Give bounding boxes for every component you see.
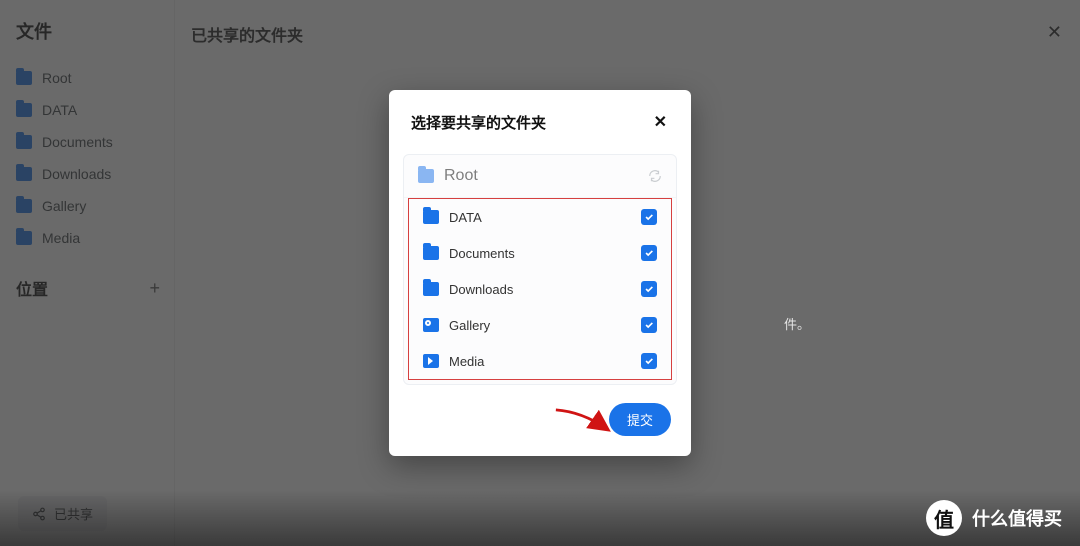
modal-title: 选择要共享的文件夹 [411, 112, 546, 133]
folder-icon [423, 246, 439, 260]
image-icon [423, 318, 439, 332]
folder-row-documents[interactable]: Documents [409, 235, 671, 271]
checkbox-checked[interactable] [641, 209, 657, 225]
checkbox-checked[interactable] [641, 317, 657, 333]
check-icon [644, 284, 654, 294]
refresh-icon [648, 169, 662, 183]
check-icon [644, 356, 654, 366]
folder-row-downloads[interactable]: Downloads [409, 271, 671, 307]
folder-panel: Root DATA Documents [403, 154, 677, 385]
folder-row-label: Gallery [449, 318, 490, 333]
checkbox-checked[interactable] [641, 245, 657, 261]
folder-row-gallery[interactable]: Gallery [409, 307, 671, 343]
folder-row-label: Downloads [449, 282, 513, 297]
checkbox-checked[interactable] [641, 281, 657, 297]
modal-footer: 提交 [389, 385, 691, 456]
folder-icon [423, 282, 439, 296]
media-icon [423, 354, 439, 368]
check-icon [644, 248, 654, 258]
folder-row-label: DATA [449, 210, 482, 225]
check-icon [644, 320, 654, 330]
check-icon [644, 212, 654, 222]
folder-icon [423, 210, 439, 224]
annotation-arrow-icon [553, 408, 611, 436]
background-hint-text: 件。 [784, 314, 810, 333]
folder-row-label: Root [444, 167, 478, 185]
folder-list-highlight: DATA Documents Downloads [408, 198, 672, 380]
folder-row-data[interactable]: DATA [409, 199, 671, 235]
folder-row-root: Root [404, 155, 676, 198]
folder-row-label: Documents [449, 246, 515, 261]
modal-close-button[interactable]: ✕ [652, 110, 669, 134]
folder-row-label: Media [449, 354, 484, 369]
folder-icon [418, 169, 434, 183]
checkbox-checked[interactable] [641, 353, 657, 369]
modal-header: 选择要共享的文件夹 ✕ [389, 90, 691, 138]
submit-button[interactable]: 提交 [609, 403, 671, 436]
select-folder-modal: 选择要共享的文件夹 ✕ Root DATA [389, 90, 691, 456]
folder-row-media[interactable]: Media [409, 343, 671, 379]
